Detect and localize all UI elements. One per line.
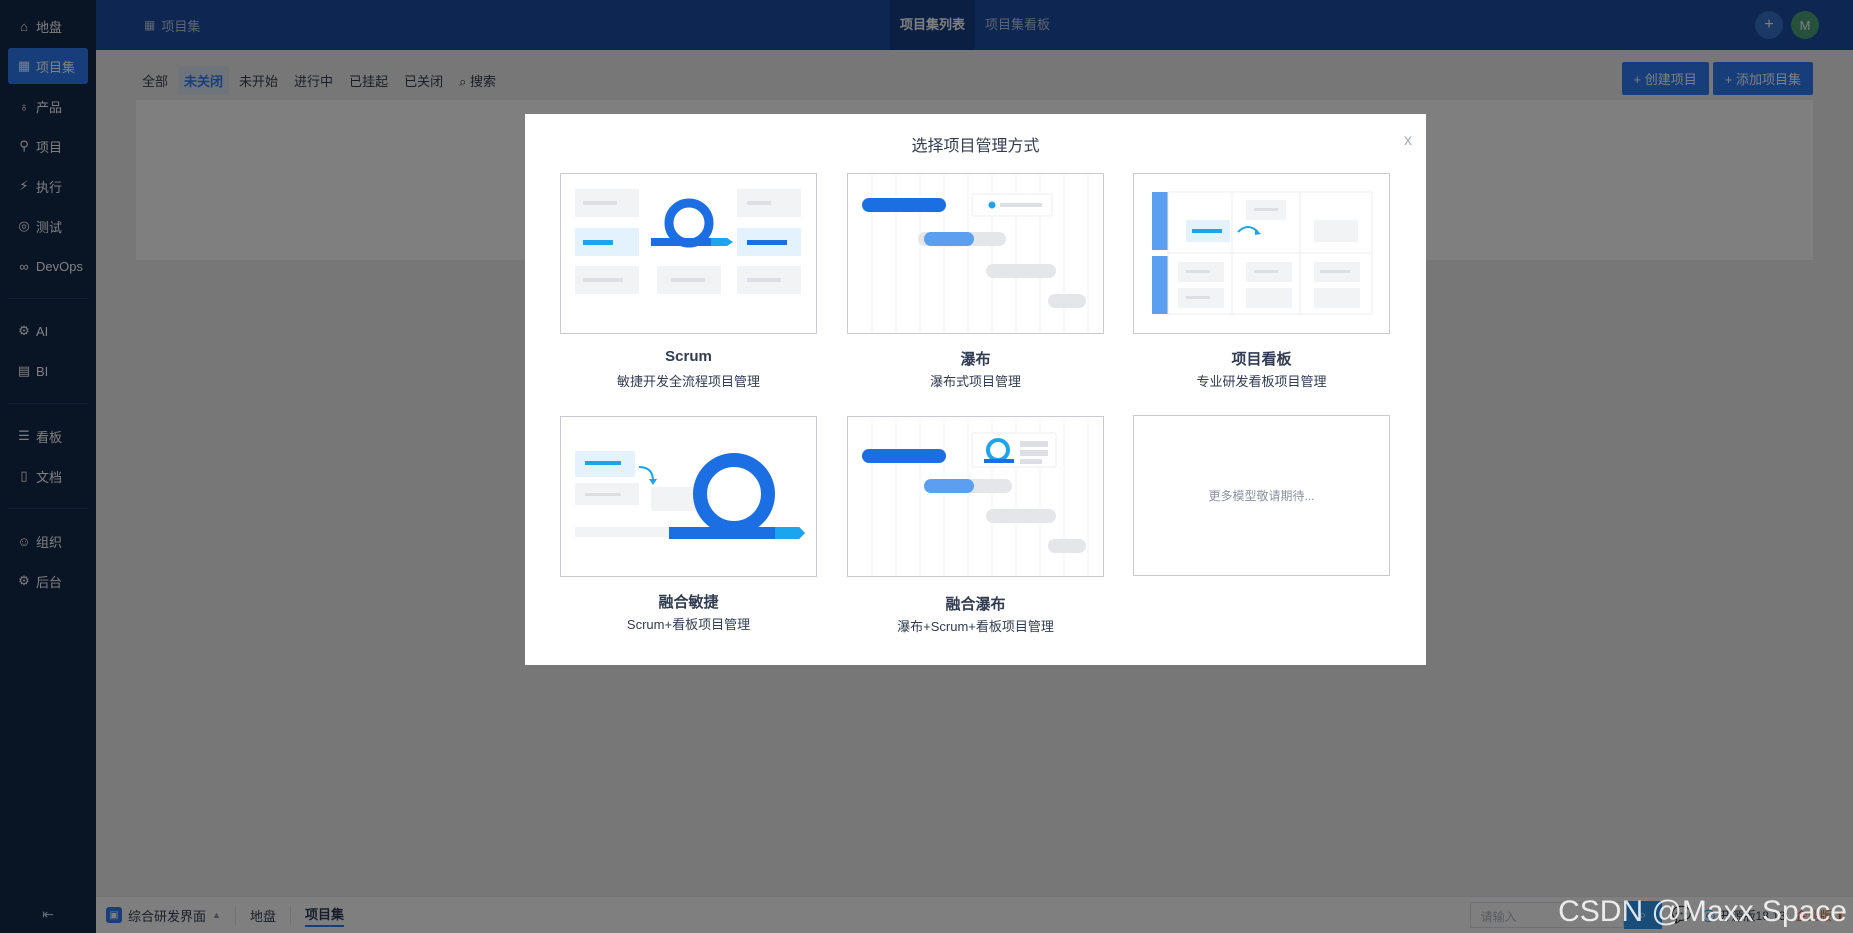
waterfall-illustration [862,174,1089,333]
agileplus-illustration [575,451,805,539]
card-title-kanban: 项目看板 [1231,351,1292,368]
model-card-agileplus[interactable] [560,416,817,577]
card-title-waterfall: 瀑布 [960,351,991,368]
model-card-scrum[interactable] [560,173,817,334]
card-desc-scrum: 敏捷开发全流程项目管理 [616,374,760,389]
card-title-scrum: Scrum [665,348,712,365]
model-card-kanban[interactable] [1133,173,1390,334]
watermark: CSDN @Maxx Space [1558,895,1847,928]
close-button[interactable]: x [1404,132,1412,150]
card-desc-agileplus: Scrum+看板项目管理 [626,617,751,632]
card-desc-waterfallplus: 瀑布+Scrum+看板项目管理 [897,619,1054,634]
coming-soon-text: 更多模型敬请期待... [1208,489,1315,503]
select-model-dialog: 选择项目管理方式 x Scrum 敏捷开发全流程项目管理 瀑布 瀑布式项目管理 … [525,114,1426,665]
waterfallplus-illustration [862,417,1089,576]
scrum-illustration [575,189,801,294]
kanban-illustration [1152,191,1373,315]
card-title-waterfallplus: 融合瀑布 [945,596,1006,613]
model-card-waterfall[interactable] [847,173,1104,334]
dialog-title: 选择项目管理方式 [911,138,1040,155]
model-card-coming-soon: 更多模型敬请期待... [1133,415,1390,576]
card-title-agileplus: 融合敏捷 [658,594,719,611]
card-desc-kanban: 专业研发看板项目管理 [1196,374,1327,389]
card-desc-waterfall: 瀑布式项目管理 [929,374,1021,389]
model-card-waterfallplus[interactable] [847,416,1104,577]
